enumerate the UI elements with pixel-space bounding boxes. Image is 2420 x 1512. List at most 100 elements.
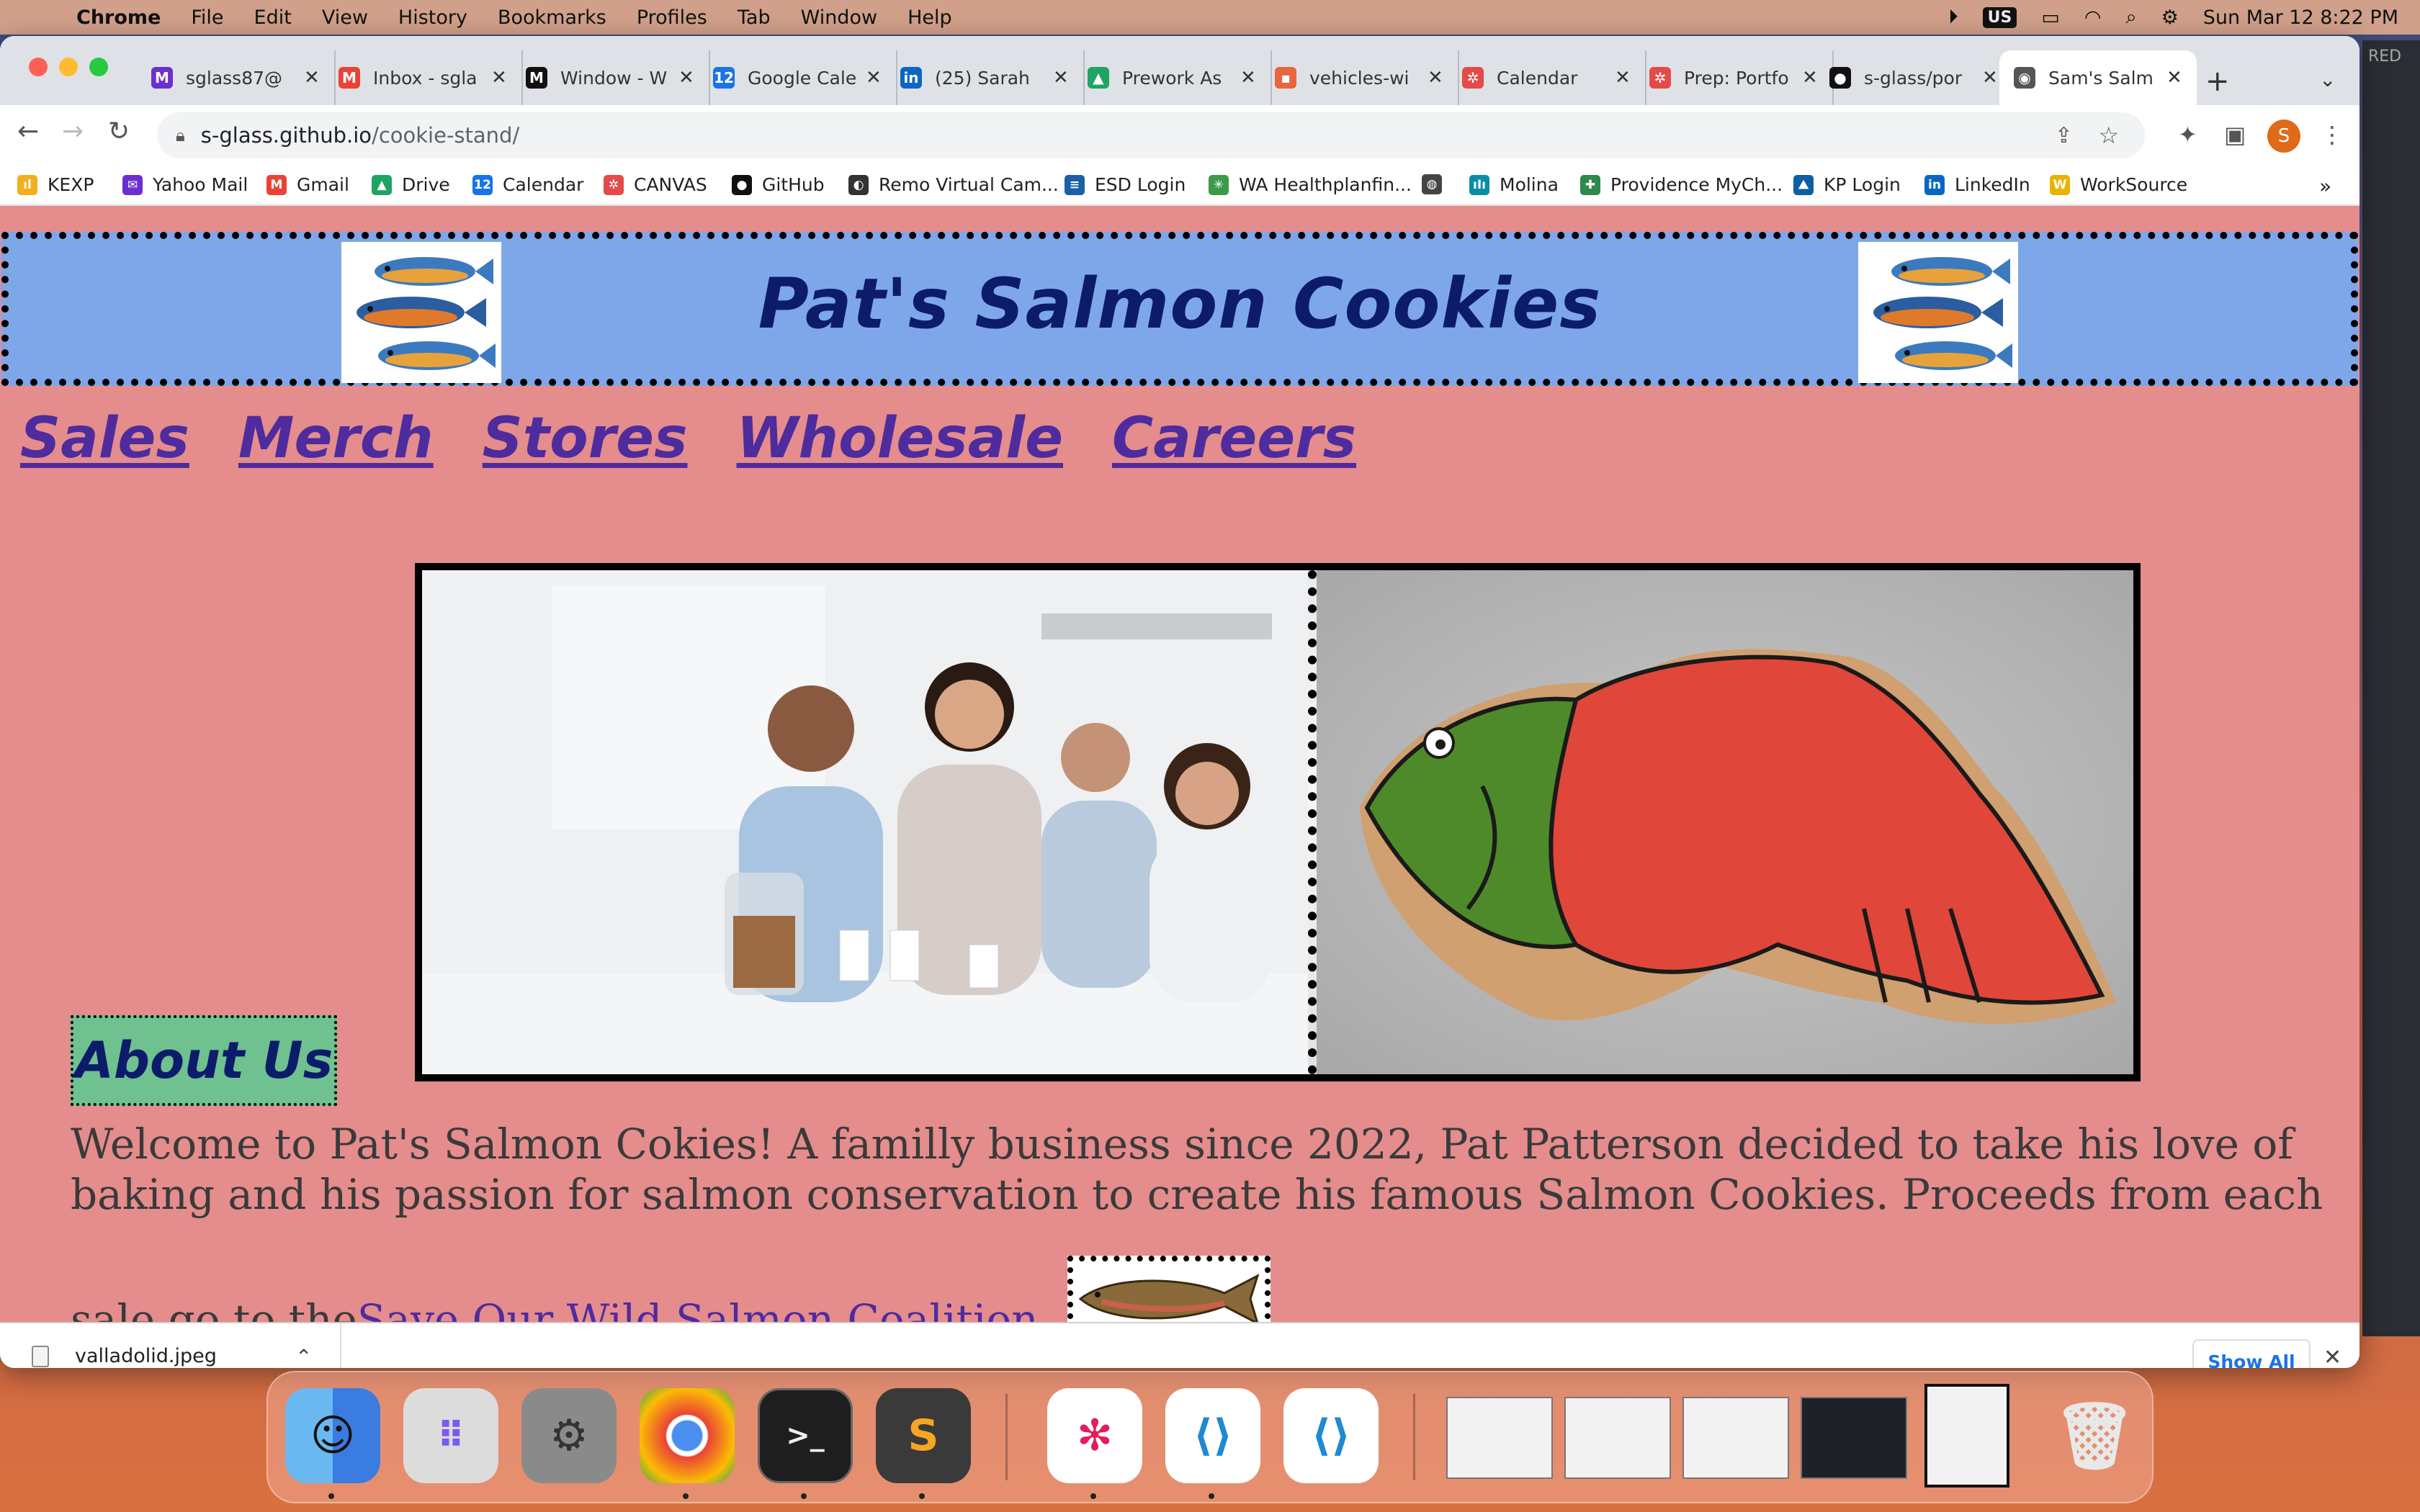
menu-file[interactable]: File [191,6,223,29]
bookmark-drive[interactable]: ▲ Drive [372,174,450,195]
bookmark-label: ESD Login [1095,174,1186,195]
chevron-up-icon[interactable]: ⌃ [295,1345,312,1368]
bookmark-yahoo-mail[interactable]: ✉ Yahoo Mail [122,174,248,195]
bookmark-worksource[interactable]: W WorkSource [2050,174,2187,195]
menu-help[interactable]: Help [908,6,952,29]
play-icon[interactable]: ⏵ [1948,6,1958,29]
more-bookmarks-chevron-icon[interactable]: » [2319,174,2331,198]
close-tab-icon[interactable]: ✕ [1240,67,1256,89]
close-window-button[interactable] [29,58,48,76]
minimized-window-thumbnail[interactable] [1924,1384,2009,1488]
trash-icon[interactable]: 🗑︎ [2047,1388,2142,1483]
control-center-icon[interactable]: ⚙ [2161,6,2179,29]
menu-clock[interactable]: Sun Mar 12 8:22 PM [2203,6,2398,29]
save-our-wild-salmon-link[interactable]: Save Our Wild Salmon Coalition. [357,1295,1052,1322]
bookmark-wa-healthplanfinder[interactable]: ✳ WA Healthplanfin... [1209,174,1412,195]
close-tab-icon[interactable]: ✕ [491,67,507,89]
nav-link-sales[interactable]: Sales [20,406,189,471]
back-button[interactable]: ← [17,117,39,146]
bookmark-canvas[interactable]: ✲ CANVAS [604,174,707,195]
system-settings-gear-icon[interactable]: ⚙ [521,1388,617,1483]
spotlight-search-icon[interactable]: ⌕ [2125,6,2136,29]
dock-separator [1413,1394,1415,1480]
more-menu-icon[interactable]: ⋮ [2321,121,2344,148]
launchpad-icon[interactable]: ⠿ [403,1388,498,1483]
close-icon[interactable]: ✕ [2323,1345,2341,1368]
bookmark-molina[interactable]: ıIı Molina [1469,174,1559,195]
terminal-icon[interactable]: >_ [758,1388,853,1483]
menu-bookmarks[interactable]: Bookmarks [498,6,606,29]
zoom-window-button[interactable] [89,58,108,76]
wifi-icon[interactable]: ◠ [2084,6,2102,29]
tab-9[interactable]: ● s-glass/por ✕ [1815,50,2014,105]
menu-window[interactable]: Window [801,6,877,29]
bookmark-remo[interactable]: ◐ Remo Virtual Cam... [848,174,1059,195]
new-tab-button[interactable]: + [2205,65,2230,98]
nav-link-careers[interactable]: Careers [1112,406,1356,471]
menu-profiles[interactable]: Profiles [637,6,707,29]
menu-edit[interactable]: Edit [254,6,292,29]
address-bar[interactable]: 🔒︎ s-glass.github.io/cookie-stand/ ⇪ ☆ [157,112,2145,158]
close-tab-icon[interactable]: ✕ [304,67,320,89]
forward-button[interactable]: → [62,117,84,146]
bookmark-linkedin[interactable]: in LinkedIn [1924,174,2030,195]
close-tab-icon[interactable]: ✕ [1615,67,1631,89]
bookmark-providence[interactable]: ✚ Providence MyCh... [1580,174,1783,195]
battery-icon[interactable]: ▭ [2041,6,2060,29]
menu-app-name[interactable]: Chrome [76,6,161,29]
share-icon[interactable]: ⇪ [2055,123,2073,148]
bookmark-gmail[interactable]: M Gmail [266,174,349,195]
tab-8[interactable]: ✲ Prep: Portfo ✕ [1635,50,1834,105]
sublime-text-icon[interactable]: S [876,1388,971,1483]
tab-7[interactable]: ✲ Calendar ✕ [1448,50,1646,105]
menu-view[interactable]: View [322,6,368,29]
minimized-window-thumbnail[interactable] [1682,1397,1789,1479]
tab-3[interactable]: 12 Google Cale ✕ [699,50,897,105]
bookmark-esd-login[interactable]: ≡ ESD Login [1065,174,1186,195]
close-tab-icon[interactable]: ✕ [1982,67,1998,89]
lock-icon[interactable]: 🔒︎ [176,125,185,145]
bookmark-kexp[interactable]: ıl KEXP [17,174,94,195]
bookmark-kp-login[interactable]: ⛰ KP Login [1793,174,1901,195]
reload-button[interactable]: ↻ [108,117,130,146]
close-tab-icon[interactable]: ✕ [866,67,882,89]
tab-0[interactable]: Msglass87@ ✕ [137,50,336,105]
menu-tab[interactable]: Tab [738,6,771,29]
minimized-window-thumbnail[interactable] [1801,1397,1907,1479]
vscode-icon[interactable]: ⟨⟩ [1283,1388,1379,1483]
minimized-window-thumbnail[interactable] [1564,1397,1671,1479]
tab-1[interactable]: M Inbox - sgla ✕ [324,50,523,105]
minimize-window-button[interactable] [59,58,78,76]
tab-5[interactable]: ▲ Prework As ✕ [1073,50,1272,105]
finder-icon[interactable]: ☺ [285,1388,380,1483]
bookmark-globe[interactable]: ◍ [1422,174,1452,194]
profile-avatar[interactable]: S [2267,120,2300,153]
close-tab-icon[interactable]: ✕ [1428,67,1443,89]
download-item[interactable]: valladolid.jpeg [32,1345,217,1367]
close-tab-icon[interactable]: ✕ [2166,67,2182,89]
input-source-badge[interactable]: US [1982,6,2017,28]
tab-4[interactable]: in (25) Sarah ✕ [886,50,1085,105]
chrome-icon[interactable] [640,1388,735,1483]
side-panel-icon[interactable]: ▣ [2224,121,2246,148]
minimized-window-thumbnail[interactable] [1446,1397,1553,1479]
remo-icon: ◐ [848,174,869,195]
show-all-button[interactable]: Show All [2192,1339,2311,1368]
bookmark-github[interactable]: ● GitHub [732,174,825,195]
nav-link-wholesale[interactable]: Wholesale [737,406,1064,471]
vscode-icon[interactable]: ⟨⟩ [1165,1388,1260,1483]
slack-icon[interactable]: ✻ [1047,1388,1142,1483]
bookmark-star-icon[interactable]: ☆ [2098,122,2119,149]
nav-link-merch[interactable]: Merch [238,406,434,471]
tab-active[interactable]: ◉ Sam's Salm ✕ [1999,50,2197,105]
close-tab-icon[interactable]: ✕ [1053,67,1069,89]
menu-history[interactable]: History [398,6,467,29]
tab-2[interactable]: M Window - W ✕ [511,50,710,105]
background-window[interactable]: RED [2362,40,2420,1336]
close-tab-icon[interactable]: ✕ [678,67,694,89]
tab-6[interactable]: ▪ vehicles-wi ✕ [1260,50,1459,105]
tab-search-chevron-icon[interactable]: ⌄ [2319,68,2336,91]
bookmark-calendar[interactable]: 12 Calendar [472,174,583,195]
extensions-puzzle-icon[interactable]: ✦ [2178,121,2197,148]
nav-link-stores[interactable]: Stores [483,406,688,471]
